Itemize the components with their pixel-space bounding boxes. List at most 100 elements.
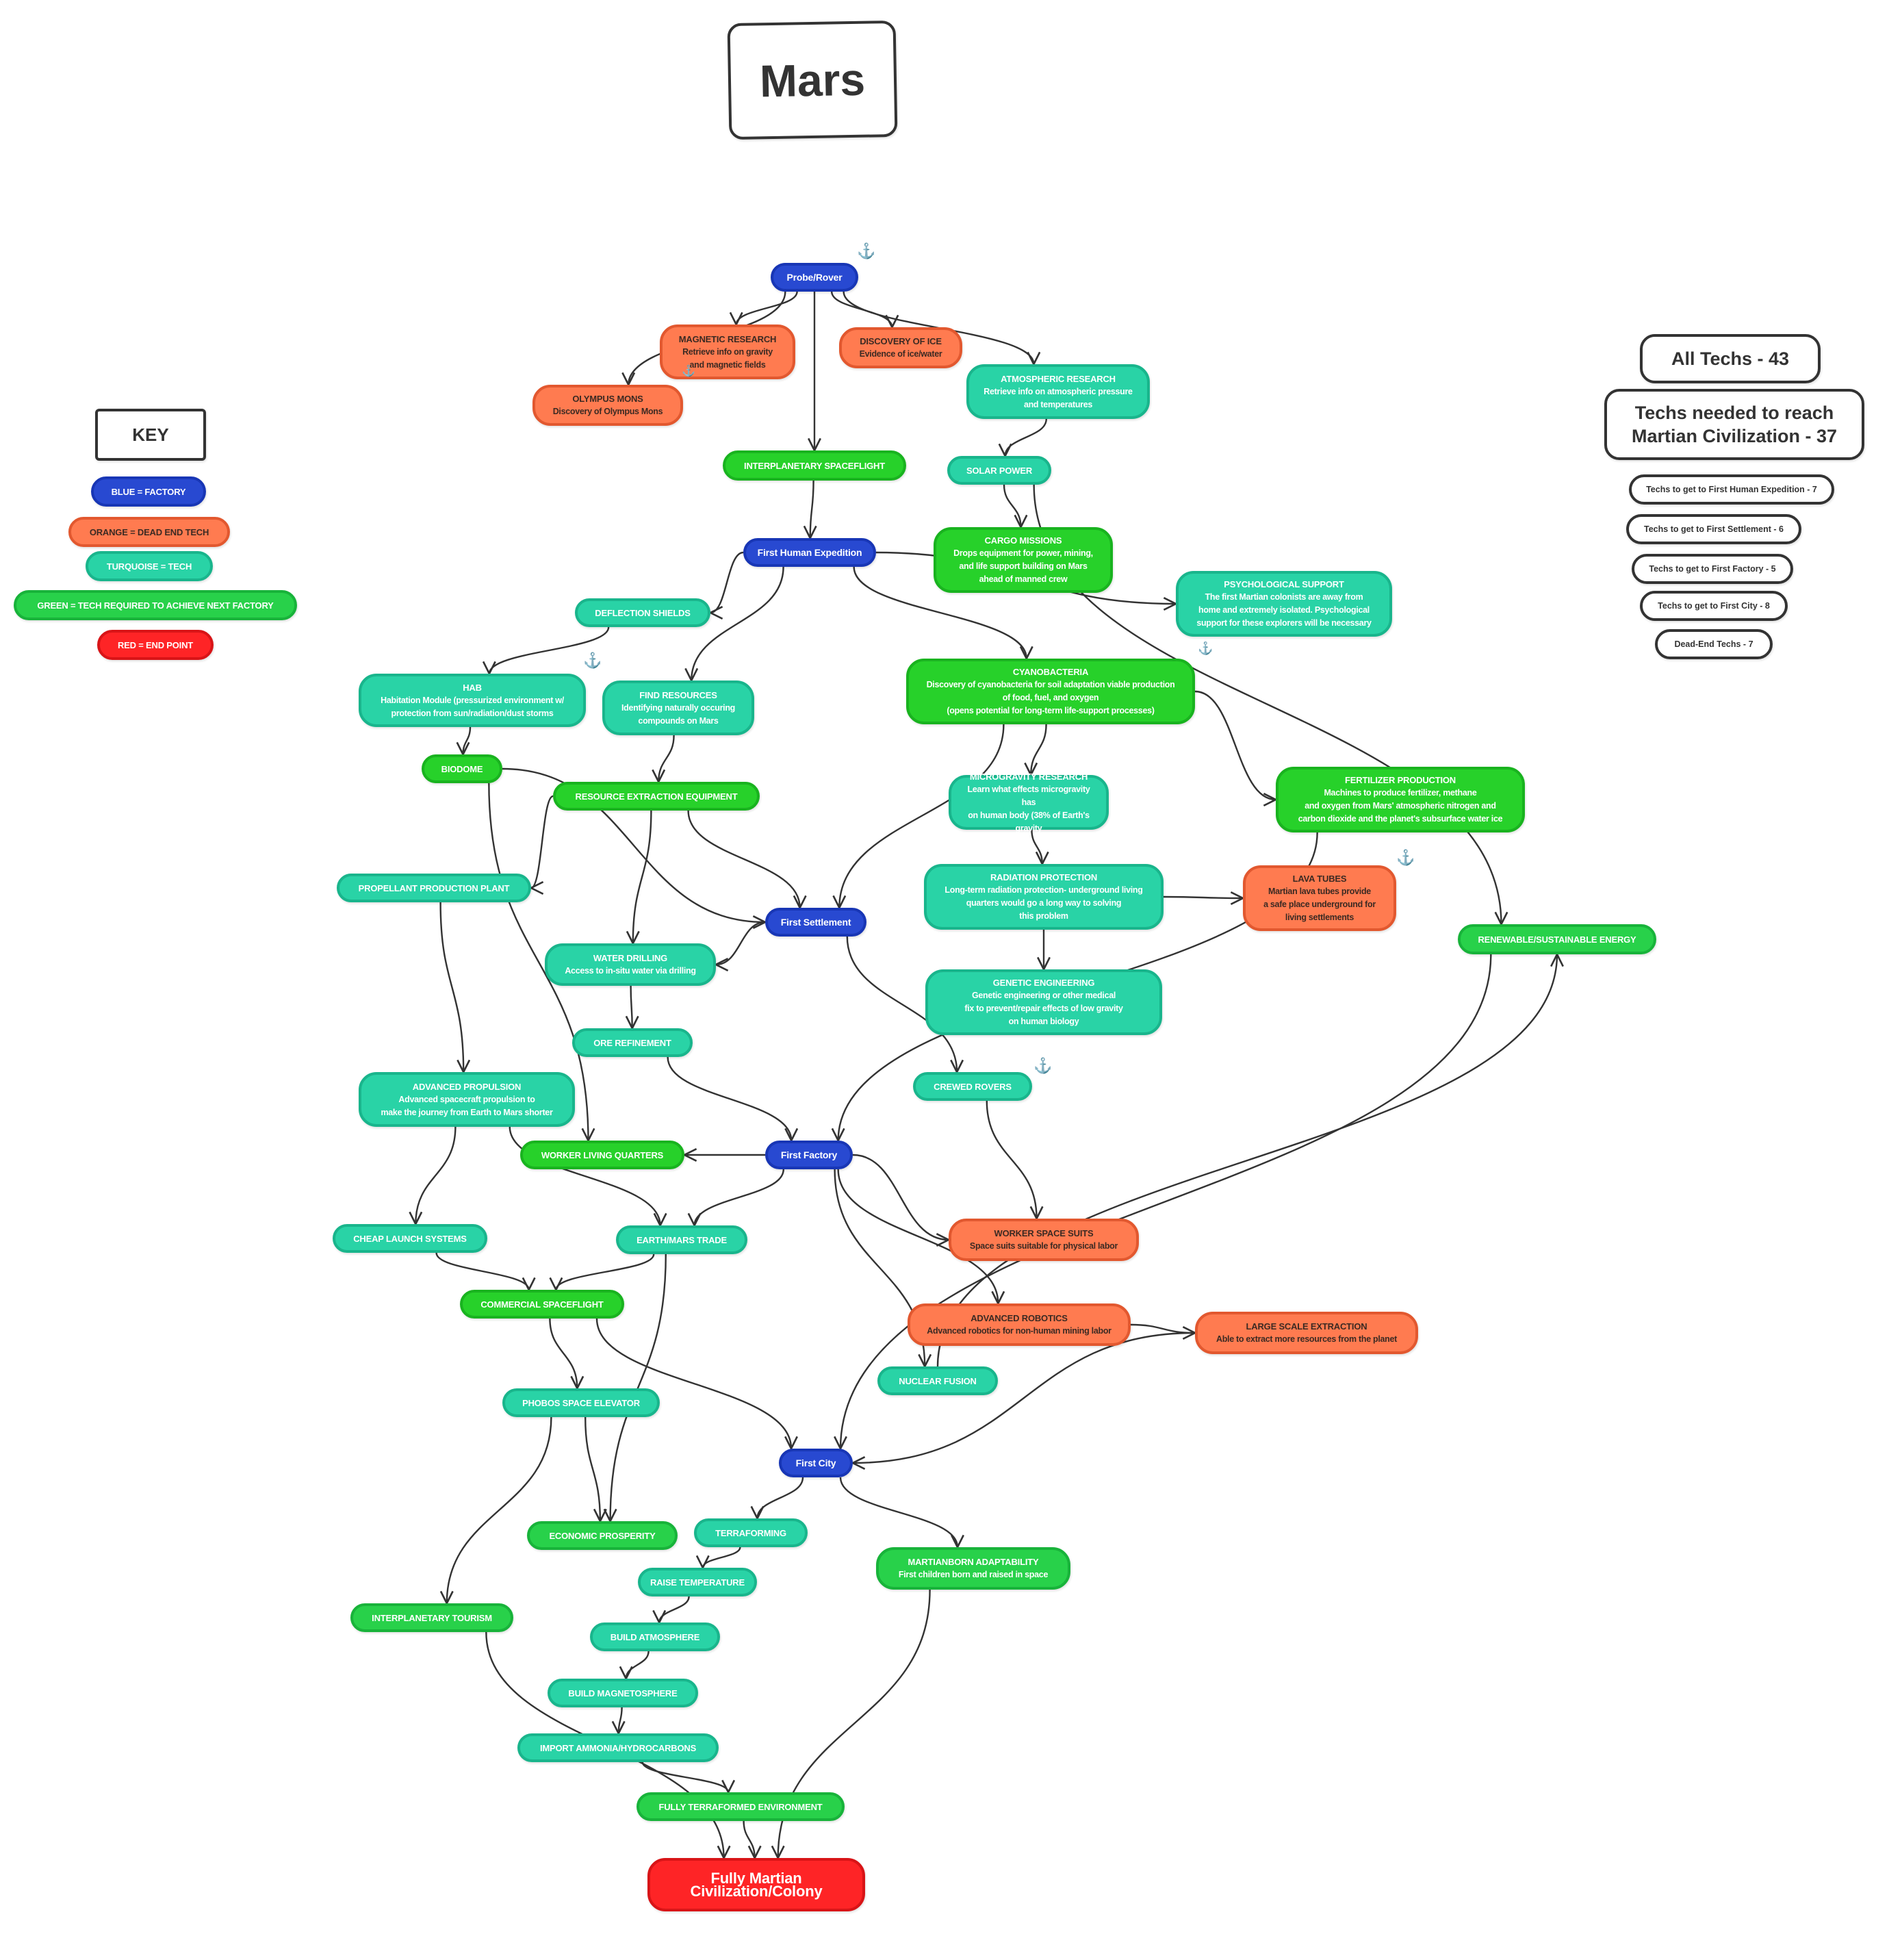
node-title: WATER DRILLING	[593, 953, 668, 963]
node-worker-living-quarters[interactable]: WORKER LIVING QUARTERS	[520, 1141, 684, 1169]
node-title: CARGO MISSIONS	[984, 535, 1062, 546]
node-hab[interactable]: HAB Habitation Module (pressurized enviro…	[359, 674, 586, 727]
stat-dead-end-techs: Dead-End Techs - 7	[1655, 629, 1773, 659]
node-title: BIODOME	[441, 763, 483, 774]
node-magnetic-research[interactable]: MAGNETIC RESEARCH Retrieve info on gravit…	[660, 324, 795, 379]
all-techs-count: All Techs - 43	[1640, 334, 1821, 383]
key-item-label: TURQUOISE = TECH	[106, 561, 192, 572]
node-terraforming[interactable]: TERRAFORMING	[694, 1518, 808, 1547]
node-resource-extraction-equipment[interactable]: RESOURCE EXTRACTION EQUIPMENT	[553, 782, 760, 811]
node-title: First City	[795, 1457, 836, 1468]
edge-hab-to-biodome	[463, 726, 472, 754]
node-title: COMMERCIAL SPACEFLIGHT	[480, 1299, 604, 1310]
node-interplanetary-tourism[interactable]: INTERPLANETARY TOURISM	[350, 1603, 513, 1632]
node-title: DEFLECTION SHIELDS	[595, 607, 691, 618]
node-commercial-spaceflight[interactable]: COMMERCIAL SPACEFLIGHT	[460, 1290, 624, 1319]
node-title: PSYCHOLOGICAL SUPPORT	[1224, 579, 1344, 589]
node-ore-refinement[interactable]: ORE REFINEMENT	[572, 1028, 693, 1057]
node-fully-terraformed[interactable]: FULLY TERRAFORMED ENVIRONMENT	[637, 1792, 845, 1821]
node-phobos-space-elevator[interactable]: PHOBOS SPACE ELEVATOR	[502, 1388, 660, 1417]
node-raise-temperature[interactable]: RAISE TEMPERATURE	[638, 1568, 757, 1596]
node-title: ADVANCED ROBOTICS	[971, 1313, 1068, 1323]
node-title: EARTH/MARS TRADE	[637, 1234, 727, 1245]
node-solar-power[interactable]: SOLAR POWER	[947, 456, 1051, 485]
node-first-city[interactable]: First City	[779, 1449, 853, 1477]
node-fully-martian-civilization[interactable]: Fully Martian Civilization/Colony	[647, 1858, 865, 1911]
diagram-title: Mars	[727, 20, 898, 140]
stat-first-human-expedition: Techs to get to First Human Expedition -…	[1629, 474, 1834, 505]
node-earth-mars-trade[interactable]: EARTH/MARS TRADE	[616, 1225, 747, 1254]
node-description: First children born and raised in space	[898, 1570, 1049, 1579]
anchor-icon: ⚓	[682, 366, 695, 377]
anchor-icon: ⚓	[1033, 1057, 1053, 1074]
node-title: IMPORT AMMONIA/HYDROCARBONS	[539, 1742, 697, 1753]
edge-interplanetary-spaceflight-to-first-human-expedition	[810, 480, 814, 538]
node-propellant-production-plant[interactable]: PROPELLANT PRODUCTION PLANT	[337, 874, 531, 902]
node-atmospheric-research[interactable]: ATMOSPHERIC RESEARCH Retrieve info on atm…	[966, 364, 1150, 419]
node-water-drilling[interactable]: WATER DRILLING Access to in-situ water vi…	[545, 943, 716, 986]
node-title: FULLY TERRAFORMED ENVIRONMENT	[658, 1801, 823, 1812]
node-title: OLYMPUS MONS	[572, 394, 643, 404]
node-nuclear-fusion[interactable]: NUCLEAR FUSION	[877, 1366, 998, 1395]
node-title: CHEAP LAUNCH SYSTEMS	[353, 1233, 467, 1244]
key-item-label: RED = END POINT	[117, 639, 194, 650]
node-fertilizer-production[interactable]: FERTILIZER PRODUCTION Machines to produce…	[1276, 767, 1525, 832]
node-description: Access to in-situ water via drilling	[565, 966, 696, 976]
node-title: ECONOMIC PROSPERITY	[549, 1530, 656, 1541]
edge-probe-rover-to-discovery-of-ice	[831, 291, 892, 327]
node-title: WORKER LIVING QUARTERS	[541, 1149, 664, 1160]
node-interplanetary-spaceflight[interactable]: INTERPLANETARY SPACEFLIGHT	[723, 450, 906, 481]
node-cheap-launch-systems[interactable]: CHEAP LAUNCH SYSTEMS	[333, 1224, 487, 1253]
node-martianborn-adaptability[interactable]: MARTIANBORN ADAPTABILITY First children b…	[876, 1547, 1070, 1590]
edge-earth-mars-trade-to-commercial-spaceflight	[556, 1253, 655, 1290]
edge-resource-extraction-equipment-to-first-settlement	[687, 810, 800, 908]
node-description: Habitation Module (pressurized environme…	[381, 695, 564, 718]
node-cyanobacteria[interactable]: CYANOBACTERIA Discovery of cyanobacteria …	[906, 659, 1195, 724]
node-first-human-expedition[interactable]: First Human Expedition	[743, 538, 876, 567]
edge-first-settlement-to-water-drilling	[716, 921, 766, 965]
node-description: Evidence of ice/water	[859, 349, 942, 359]
node-cargo-missions[interactable]: CARGO MISSIONS Drops equipment for power,…	[934, 527, 1113, 593]
node-genetic-engineering[interactable]: GENETIC ENGINEERING Genetic engineering o…	[925, 969, 1162, 1035]
node-radiation-protection[interactable]: RADIATION PROTECTION Long-term radiation …	[924, 864, 1164, 930]
node-lava-tubes[interactable]: LAVA TUBES Martian lava tubes provide a s…	[1243, 865, 1396, 931]
node-crewed-rovers[interactable]: CREWED ROVERS	[913, 1072, 1032, 1101]
node-large-scale-extraction[interactable]: LARGE SCALE EXTRACTION Able to extract mo…	[1195, 1312, 1418, 1354]
node-title: Probe/Rover	[786, 271, 843, 283]
node-economic-prosperity[interactable]: ECONOMIC PROSPERITY	[527, 1521, 678, 1550]
node-title: Fully Martian Civilization/Colony	[690, 1870, 823, 1900]
stat-first-factory: Techs to get to First Factory - 5	[1632, 554, 1793, 584]
key-item-label: BLUE = FACTORY	[111, 486, 186, 497]
node-title: RENEWABLE/SUSTAINABLE ENERGY	[1478, 934, 1636, 945]
edge-resource-extraction-equipment-to-propellant-production-plant	[531, 795, 554, 888]
techs-needed-line1: Techs needed to reach	[1634, 403, 1834, 423]
node-psychological-support[interactable]: PSYCHOLOGICAL SUPPORT The first Martian c…	[1176, 571, 1392, 637]
node-title: FERTILIZER PRODUCTION	[1345, 775, 1456, 785]
node-worker-space-suits[interactable]: WORKER SPACE SUITS Space suits suitable f…	[949, 1219, 1139, 1261]
node-first-settlement[interactable]: First Settlement	[765, 908, 866, 937]
node-import-ammonia[interactable]: IMPORT AMMONIA/HYDROCARBONS	[517, 1733, 719, 1762]
node-title: BUILD ATMOSPHERE	[610, 1631, 700, 1642]
node-build-atmosphere[interactable]: BUILD ATMOSPHERE	[590, 1622, 720, 1651]
techs-needed-line2: Martian Civilization - 37	[1631, 426, 1838, 446]
edge-phobos-space-elevator-to-economic-prosperity	[584, 1416, 600, 1521]
node-microgravity-research[interactable]: MICROGRAVITY RESEARCH Learn what effects …	[949, 772, 1109, 833]
node-renewable-energy[interactable]: RENEWABLE/SUSTAINABLE ENERGY	[1458, 924, 1656, 954]
edge-cheap-launch-systems-to-commercial-spaceflight	[435, 1252, 529, 1290]
node-description: Identifying naturally occuring compounds…	[621, 702, 736, 726]
node-title: FIND RESOURCES	[639, 689, 717, 700]
node-biodome[interactable]: BIODOME	[422, 754, 502, 783]
node-build-magnetosphere[interactable]: BUILD MAGNETOSPHERE	[548, 1679, 698, 1707]
node-deflection-shields[interactable]: DEFLECTION SHIELDS	[575, 598, 710, 627]
node-discovery-of-ice[interactable]: DISCOVERY OF ICE Evidence of ice/water	[839, 327, 962, 368]
node-title: NUCLEAR FUSION	[899, 1375, 977, 1386]
edge-resource-extraction-equipment-to-water-drilling	[633, 810, 652, 943]
node-advanced-propulsion[interactable]: ADVANCED PROPULSION Advanced spacecraft p…	[359, 1072, 575, 1127]
node-find-resources[interactable]: FIND RESOURCES Identifying naturally occu…	[602, 680, 754, 735]
anchor-icon: ⚓	[583, 652, 602, 669]
node-title: PHOBOS SPACE ELEVATOR	[522, 1397, 640, 1408]
node-olympus-mons[interactable]: OLYMPUS MONS Discovery of Olympus Mons	[532, 385, 683, 426]
node-advanced-robotics[interactable]: ADVANCED ROBOTICS Advanced robotics for n…	[908, 1303, 1131, 1346]
node-first-factory[interactable]: First Factory	[765, 1141, 853, 1169]
node-probe-rover[interactable]: Probe/Rover	[771, 263, 858, 292]
